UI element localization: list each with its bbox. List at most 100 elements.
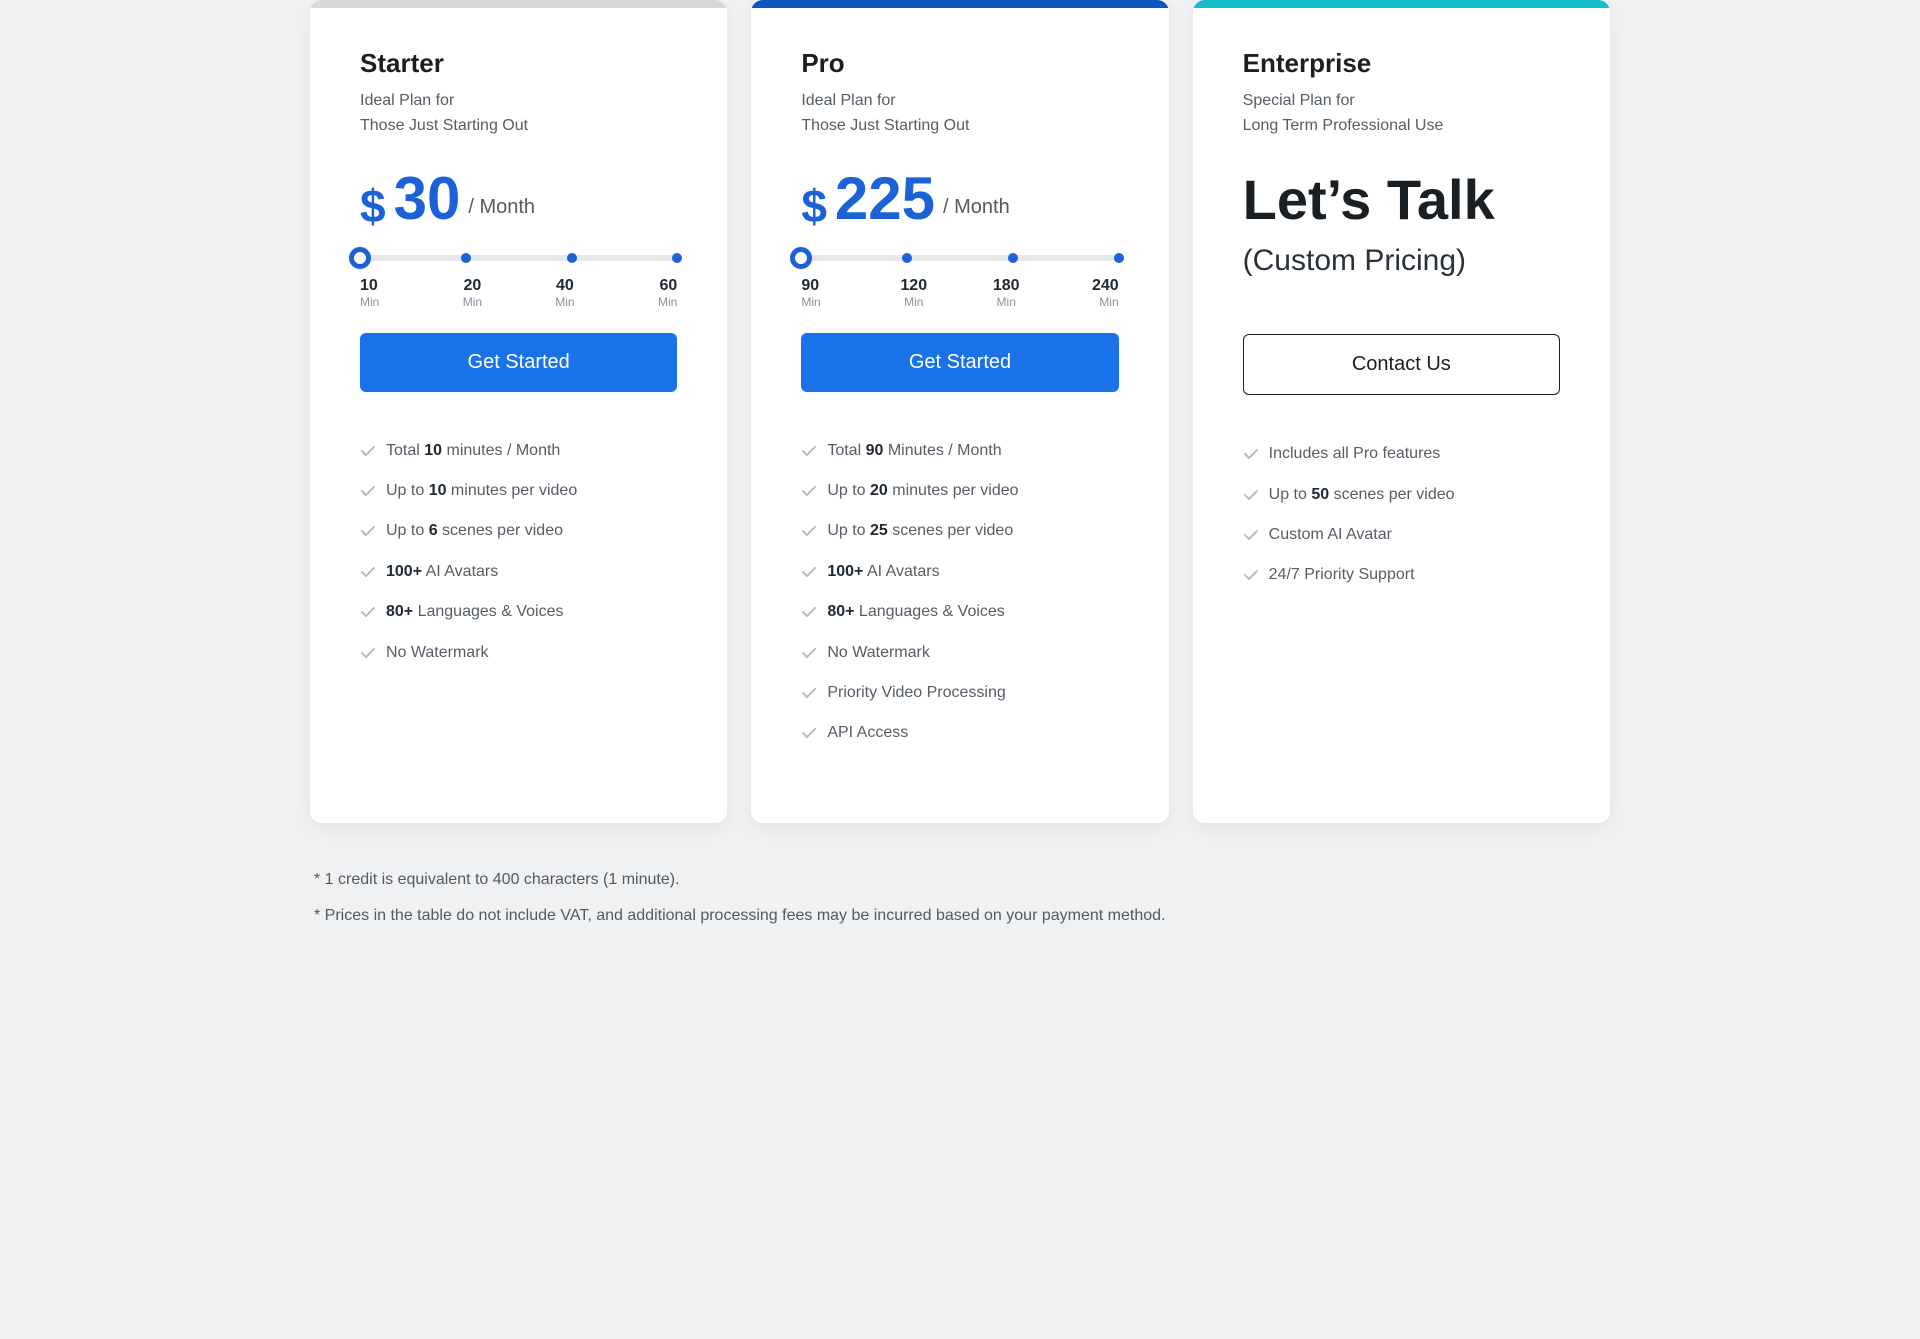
plan-subtitle-pro: Ideal Plan for Those Just Starting Out [801,89,1118,139]
tick-unit: Min [894,295,934,309]
feature-text: Up to 50 scenes per video [1269,484,1455,506]
tick-unit: Min [360,295,400,309]
feature-item: No Watermark [801,642,1118,664]
feature-item: 24/7 Priority Support [1243,564,1560,586]
check-icon [360,604,376,620]
check-icon [1243,446,1259,462]
tick-value: 40 [545,277,585,295]
feature-item: Custom AI Avatar [1243,524,1560,546]
pricing-cards: Starter Ideal Plan for Those Just Starti… [310,0,1610,823]
price-amount: 30 [394,169,461,229]
price-amount: 225 [835,169,935,229]
feature-text: API Access [827,722,908,744]
feature-item: Total 10 minutes / Month [360,440,677,462]
slider-knob[interactable] [790,247,812,269]
feature-list-pro: Total 90 Minutes / Month Up to 20 minutes… [801,440,1118,745]
plan-name-enterprise: Enterprise [1243,48,1560,79]
plan-price-pro: $ 225 / Month [801,169,1118,229]
currency-symbol: $ [801,183,827,229]
feature-text: Priority Video Processing [827,682,1005,704]
tick-unit: Min [801,295,841,309]
feature-text: Up to 20 minutes per video [827,480,1018,502]
check-icon [1243,567,1259,583]
tick-value: 20 [452,277,492,295]
plan-card-pro: Pro Ideal Plan for Those Just Starting O… [751,0,1168,823]
check-icon [1243,487,1259,503]
plan-accent-enterprise [1193,0,1610,8]
price-period: / Month [468,196,535,219]
feature-item: Includes all Pro features [1243,443,1560,465]
feature-text: Up to 25 scenes per video [827,520,1013,542]
check-icon [360,443,376,459]
contact-us-button[interactable]: Contact Us [1243,334,1560,395]
check-icon [801,483,817,499]
check-icon [801,645,817,661]
tick-unit: Min [545,295,585,309]
feature-item: Priority Video Processing [801,682,1118,704]
plan-name-starter: Starter [360,48,677,79]
check-icon [360,523,376,539]
feature-item: 80+ Languages & Voices [360,601,677,623]
tick-value: 60 [637,277,677,295]
check-icon [360,564,376,580]
minutes-slider-starter[interactable]: 10Min 20Min 40Min 60Min [360,255,677,309]
check-icon [1243,527,1259,543]
get-started-button[interactable]: Get Started [801,333,1118,392]
feature-item: No Watermark [360,642,677,664]
feature-list-enterprise: Includes all Pro features Up to 50 scenes… [1243,443,1560,587]
feature-item: 100+ AI Avatars [801,561,1118,583]
get-started-button[interactable]: Get Started [360,333,677,392]
feature-text: Total 90 Minutes / Month [827,440,1001,462]
tick-unit: Min [986,295,1026,309]
tick-unit: Min [1079,295,1119,309]
feature-item: Up to 6 scenes per video [360,520,677,542]
tick-value: 180 [986,277,1026,295]
feature-item: API Access [801,722,1118,744]
feature-text: Includes all Pro features [1269,443,1441,465]
check-icon [801,443,817,459]
feature-text: Custom AI Avatar [1269,524,1392,546]
plan-price-starter: $ 30 / Month [360,169,677,229]
plan-name-pro: Pro [801,48,1118,79]
tick-unit: Min [637,295,677,309]
tick-unit: Min [452,295,492,309]
feature-text: No Watermark [386,642,489,664]
plan-accent-pro [751,0,1168,8]
check-icon [801,604,817,620]
feature-item: Total 90 Minutes / Month [801,440,1118,462]
slider-knob[interactable] [349,247,371,269]
feature-text: No Watermark [827,642,930,664]
tick-value: 240 [1079,277,1119,295]
enterprise-subheadline: (Custom Pricing) [1243,244,1560,278]
tick-value: 120 [894,277,934,295]
minutes-slider-pro[interactable]: 90Min 120Min 180Min 240Min [801,255,1118,309]
check-icon [360,645,376,661]
plan-subtitle-starter: Ideal Plan for Those Just Starting Out [360,89,677,139]
check-icon [801,725,817,741]
slider-ticks-starter: 10Min 20Min 40Min 60Min [360,277,677,309]
feature-text: 80+ Languages & Voices [827,601,1004,623]
feature-list-starter: Total 10 minutes / Month Up to 10 minutes… [360,440,677,664]
feature-item: 80+ Languages & Voices [801,601,1118,623]
price-period: / Month [943,196,1010,219]
feature-item: 100+ AI Avatars [360,561,677,583]
currency-symbol: $ [360,183,386,229]
feature-item: Up to 50 scenes per video [1243,484,1560,506]
feature-text: 80+ Languages & Voices [386,601,563,623]
feature-text: 24/7 Priority Support [1269,564,1415,586]
feature-text: Up to 10 minutes per video [386,480,577,502]
feature-text: Total 10 minutes / Month [386,440,560,462]
check-icon [801,685,817,701]
enterprise-headline: Let’s Talk [1243,169,1560,231]
feature-text: 100+ AI Avatars [386,561,498,583]
feature-item: Up to 25 scenes per video [801,520,1118,542]
plan-subtitle-enterprise: Special Plan for Long Term Professional … [1243,89,1560,139]
feature-text: Up to 6 scenes per video [386,520,563,542]
check-icon [360,483,376,499]
check-icon [801,523,817,539]
plan-accent-starter [310,0,727,8]
check-icon [801,564,817,580]
plan-card-starter: Starter Ideal Plan for Those Just Starti… [310,0,727,823]
feature-item: Up to 10 minutes per video [360,480,677,502]
plan-card-enterprise: Enterprise Special Plan for Long Term Pr… [1193,0,1610,823]
